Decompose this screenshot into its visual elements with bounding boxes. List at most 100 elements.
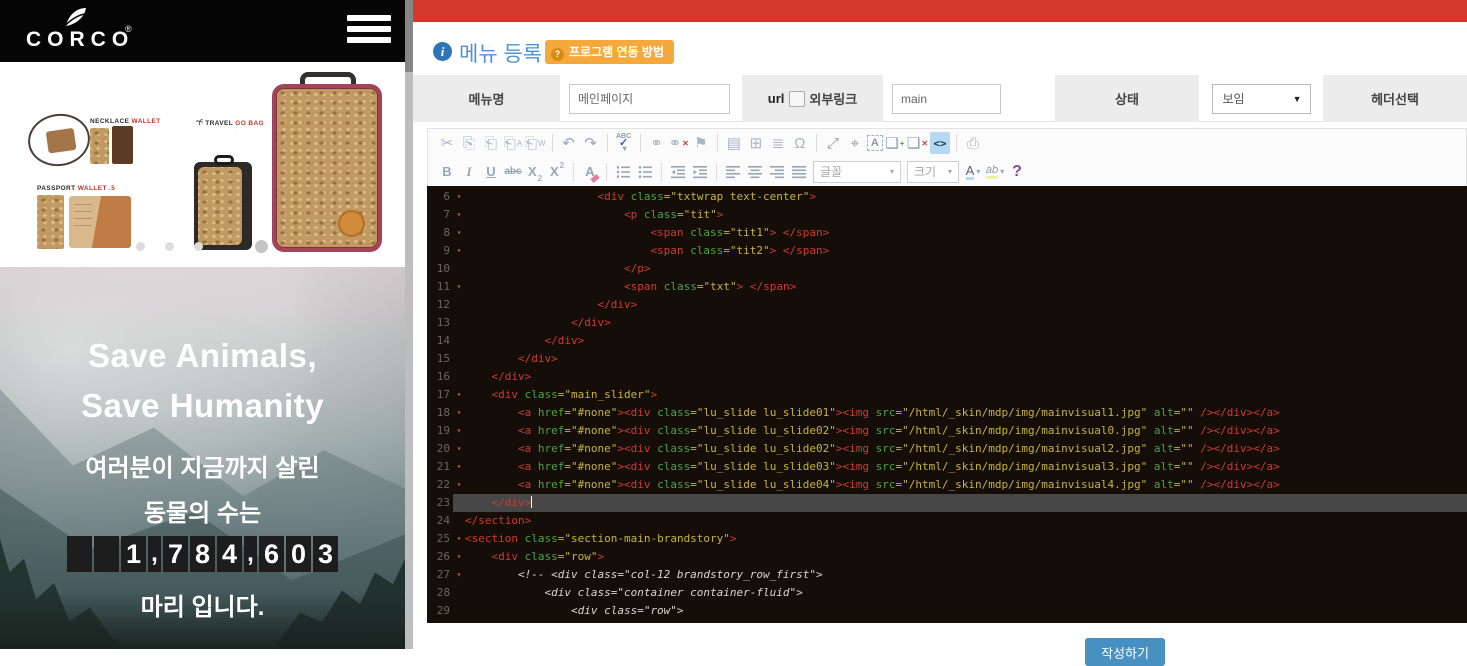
code-line[interactable]: 25▾<section class="section-main-brandsto… <box>427 530 1467 548</box>
paste-word-icon[interactable]: ⎗W <box>525 132 546 154</box>
italic-icon[interactable]: I <box>459 161 479 183</box>
slider-dot[interactable] <box>136 242 145 251</box>
code-line[interactable]: 22▾ <a href="#none"><div class="lu_slide… <box>427 476 1467 494</box>
redo-icon[interactable]: ↷ <box>581 132 601 154</box>
code-line[interactable]: 30 <div class="col-12 brandstory_row_ite… <box>427 620 1467 623</box>
ordered-list-icon[interactable] <box>613 161 633 183</box>
align-left-icon[interactable] <box>723 161 743 183</box>
slider-dot[interactable] <box>194 242 203 251</box>
paste-icon[interactable]: ⎗ <box>481 132 501 154</box>
fold-icon[interactable]: ▾ <box>453 188 465 206</box>
underline-icon[interactable]: U <box>481 161 501 183</box>
code-line[interactable]: 12 </div> <box>427 296 1467 314</box>
scrollbar-thumb[interactable] <box>405 0 413 72</box>
code-line[interactable]: 14 </div> <box>427 332 1467 350</box>
align-right-icon[interactable] <box>767 161 787 183</box>
external-link-checkbox[interactable] <box>789 91 805 107</box>
code-line[interactable]: 13 </div> <box>427 314 1467 332</box>
fold-icon[interactable]: ▾ <box>453 476 465 494</box>
menu-name-input[interactable] <box>569 84 730 114</box>
code-line[interactable]: 11▾ <span class="txt"> </span> <box>427 278 1467 296</box>
remove-comment-icon[interactable]: ❏✕ <box>907 132 928 154</box>
code-line[interactable]: 28 <div class="container container-fluid… <box>427 584 1467 602</box>
text-color-icon[interactable]: A▾ <box>963 161 983 183</box>
fold-icon[interactable]: ▾ <box>453 242 465 260</box>
code-line[interactable]: 10 </p> <box>427 260 1467 278</box>
special-char-icon[interactable]: Ω <box>790 132 810 154</box>
code-line[interactable]: 7▾ <p class="tit"> <box>427 206 1467 224</box>
image-icon[interactable]: ▤ <box>724 132 744 154</box>
preview-scrollbar[interactable] <box>405 0 413 649</box>
code-line[interactable]: 16 </div> <box>427 368 1467 386</box>
fold-icon[interactable]: ▾ <box>453 278 465 296</box>
anchor-flag-icon[interactable]: ⚑ <box>691 132 711 154</box>
fold-icon[interactable]: ▾ <box>453 224 465 242</box>
paste-text-icon[interactable]: ⎗A <box>503 132 523 154</box>
code-line[interactable]: 26▾ <div class="row"> <box>427 548 1467 566</box>
corco-logo[interactable]: CORCO ® <box>26 6 126 58</box>
code-line[interactable]: 15 </div> <box>427 350 1467 368</box>
code-line[interactable]: 17▾ <div class="main_slider"> <box>427 386 1467 404</box>
fold-icon[interactable]: ▾ <box>453 566 465 584</box>
menu-icon[interactable] <box>347 15 391 47</box>
source-button[interactable]: <> <box>930 132 950 154</box>
copy-icon[interactable]: ⎘ <box>459 132 479 154</box>
program-link-help-button[interactable]: ?프로그램 연동 방법 <box>545 40 674 64</box>
toolbar-separator <box>661 163 662 181</box>
align-justify-icon[interactable] <box>789 161 809 183</box>
unordered-list-icon[interactable] <box>635 161 655 183</box>
status-select[interactable]: 보임 ▼ <box>1212 84 1311 114</box>
code-line[interactable]: 27▾ <!-- <div class="col-12 brandstory_r… <box>427 566 1467 584</box>
fold-icon[interactable]: ▾ <box>453 548 465 566</box>
outdent-icon[interactable] <box>668 161 688 183</box>
font-family-dropdown[interactable]: 글꼴▾ <box>813 161 901 183</box>
submit-button[interactable]: 작성하기 <box>1085 638 1165 666</box>
code-line[interactable]: 6▾ <div class="txtwrap text-center"> <box>427 188 1467 206</box>
code-line[interactable]: 21▾ <a href="#none"><div class="lu_slide… <box>427 458 1467 476</box>
open-wallet-image <box>69 196 131 248</box>
remove-format-icon[interactable]: A <box>580 161 600 183</box>
code-line[interactable]: 19▾ <a href="#none"><div class="lu_slide… <box>427 422 1467 440</box>
code-line[interactable]: 23 </div> <box>427 494 1467 512</box>
slider-dot-active[interactable] <box>255 240 268 253</box>
code-line[interactable]: 8▾ <span class="tit1"> </span> <box>427 224 1467 242</box>
add-comment-icon[interactable]: ❏+ <box>885 132 905 154</box>
fold-icon[interactable]: ▾ <box>453 386 465 404</box>
fold-icon[interactable]: ▾ <box>453 458 465 476</box>
code-line[interactable]: 29 <div class="row"> <box>427 602 1467 620</box>
fold-icon[interactable]: ▾ <box>453 206 465 224</box>
strike-icon[interactable]: abc <box>503 161 523 183</box>
cut-icon[interactable]: ✂ <box>437 132 457 154</box>
unlink-icon[interactable]: ⚭✕ <box>669 132 689 154</box>
fold-icon[interactable]: ▾ <box>453 422 465 440</box>
fold-icon[interactable]: ▾ <box>453 440 465 458</box>
fold-icon[interactable]: ▾ <box>453 404 465 422</box>
slider-dot[interactable] <box>165 242 174 251</box>
code-line[interactable]: 9▾ <span class="tit2"> </span> <box>427 242 1467 260</box>
code-line[interactable]: 18▾ <a href="#none"><div class="lu_slide… <box>427 404 1467 422</box>
help-icon[interactable]: ? <box>1007 161 1027 183</box>
bold-icon[interactable]: B <box>437 161 457 183</box>
code-line[interactable]: 24</section> <box>427 512 1467 530</box>
find-replace-icon[interactable]: ⌖ <box>845 132 865 154</box>
link-icon[interactable]: ⚭ <box>647 132 667 154</box>
select-all-icon[interactable]: A <box>867 135 883 151</box>
indent-icon[interactable] <box>690 161 710 183</box>
undo-icon[interactable]: ↶ <box>559 132 579 154</box>
bg-color-icon[interactable]: ab▾ <box>985 161 1005 183</box>
font-size-dropdown[interactable]: 크기▾ <box>907 161 959 183</box>
subscript-icon[interactable]: X2 <box>525 161 545 183</box>
maximize-icon[interactable]: ⤢ <box>823 132 843 154</box>
horizontal-line-icon[interactable]: ≣ <box>768 132 788 154</box>
print-icon[interactable]: ⎙ <box>963 132 983 154</box>
fold-icon[interactable]: ▾ <box>453 530 465 548</box>
superscript-icon[interactable]: X2 <box>547 161 567 183</box>
align-center-icon[interactable] <box>745 161 765 183</box>
code-line[interactable]: 20▾ <a href="#none"><div class="lu_slide… <box>427 440 1467 458</box>
url-input[interactable] <box>892 84 1001 114</box>
line-number: 26 <box>427 548 453 566</box>
code-text: <a href="#none"><div class="lu_slide lu_… <box>465 422 1280 440</box>
source-code-area[interactable]: 6▾ <div class="txtwrap text-center">7▾ <… <box>427 186 1467 623</box>
table-icon[interactable]: ⊞ <box>746 132 766 154</box>
spellcheck-icon[interactable]: ABC✓▾ <box>614 132 634 154</box>
